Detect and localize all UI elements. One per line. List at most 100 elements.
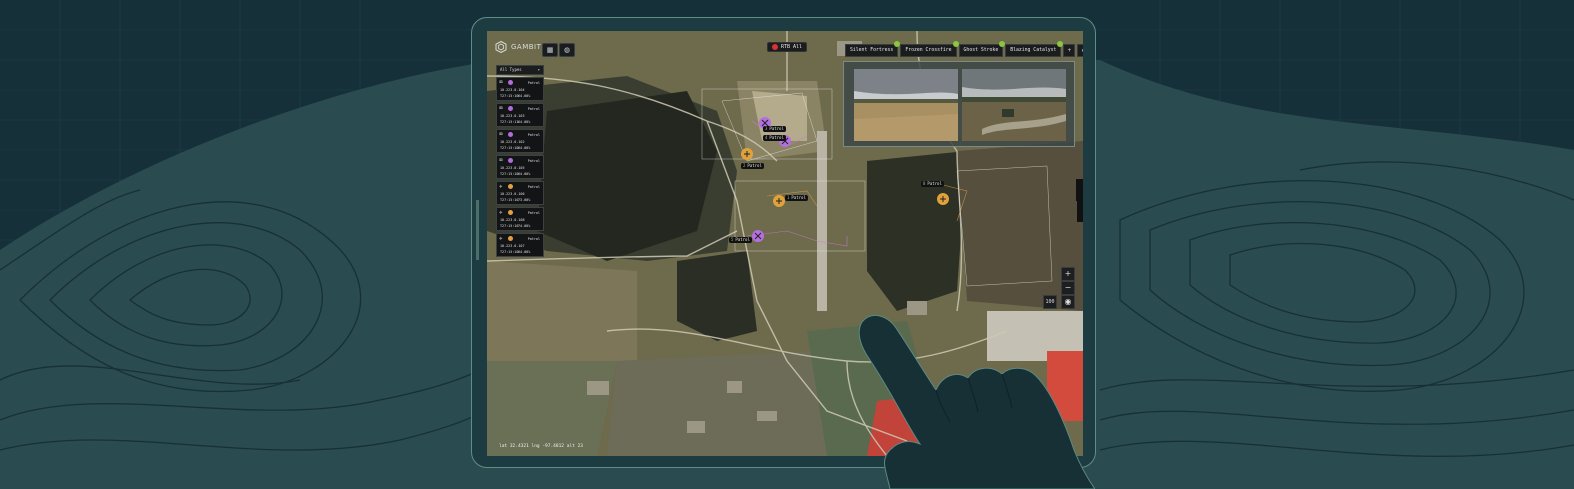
plus-icon: + (1067, 47, 1072, 54)
label-text: Patrol (735, 237, 750, 242)
asset-card[interactable]: ⌧ Patrol 10.223.0.103 T27:15:11 64.00% (496, 103, 544, 127)
asset-card[interactable]: ⌧ Patrol 10.223.0.102 T27:15:10 64.00% (496, 129, 544, 153)
add-tab-button[interactable]: + (1063, 44, 1076, 57)
asset-badge (508, 236, 513, 241)
asset-battery: 64.00% (518, 172, 531, 176)
asset-role: Patrol (527, 185, 540, 189)
pointing-hand (858, 314, 1095, 489)
fixed-wing-icon: ✈ (499, 235, 503, 242)
layers-button[interactable]: ▦ (542, 43, 558, 57)
label-number: 1 (787, 195, 790, 200)
right-edge-tab-2[interactable] (1077, 196, 1083, 222)
asset-badge (508, 210, 513, 215)
zoom-in-icon: + (1064, 269, 1072, 278)
tab-menu-button[interactable]: ▪ (1077, 44, 1083, 57)
scale-indicator: 100 (1043, 295, 1057, 309)
asset-ip: 10.223.0.108 (500, 218, 525, 222)
label-text: Patrol (769, 126, 784, 131)
asset-time: T27:15:10 (500, 94, 519, 98)
asset-role: Patrol (527, 159, 540, 163)
label-number: 5 (731, 237, 734, 242)
asset-badge (508, 184, 513, 189)
tablet-side-button (476, 200, 479, 260)
asset-battery: 73.00% (518, 198, 531, 202)
video-feed-1[interactable] (854, 69, 958, 141)
quadcopter-icon: ⌧ (499, 131, 503, 138)
asset-time: T27:15:10 (500, 172, 519, 176)
asset-battery: 64.00% (518, 94, 531, 98)
label-number: 4 (765, 135, 768, 140)
label-text: Patrol (791, 195, 806, 200)
rtb-status-icon (772, 44, 778, 50)
globe-button[interactable]: ◍ (559, 43, 575, 57)
asset-battery: 64.00% (518, 120, 531, 124)
grid-icon: ▪ (1082, 47, 1083, 54)
asset-badge (508, 80, 513, 85)
asset-card[interactable]: ⌧ Patrol 10.223.0.105 T27:15:10 64.00% (496, 155, 544, 179)
asset-role: Patrol (527, 133, 540, 137)
video-feeds-panel (843, 61, 1075, 147)
video-feed-2[interactable] (962, 69, 1066, 141)
asset-time: T27:15:10 (500, 198, 519, 202)
asset-card[interactable]: ✈ Patrol 10.223.0.106 T27:15:10 73.00% (496, 181, 544, 205)
chevron-down-icon: ▾ (537, 67, 540, 72)
map-asset-label[interactable]: 8 Patrol (921, 181, 944, 187)
quadcopter-icon: ⌧ (499, 105, 503, 112)
zoom-out-button[interactable]: − (1061, 281, 1075, 295)
asset-battery: 64.00% (518, 250, 531, 254)
asset-time: T27:15:10 (500, 250, 519, 254)
label-text: Patrol (769, 135, 784, 140)
scale-value: 100 (1045, 299, 1055, 305)
tab-label: Blazing Catalyst (1010, 48, 1057, 53)
asset-ip: 10.223.0.105 (500, 166, 525, 170)
layers-icon: ▦ (546, 46, 554, 54)
tab-frozen-crossfire[interactable]: Frozen Crossfire (900, 41, 959, 57)
rtb-all-button[interactable]: RTB All (767, 42, 808, 52)
asset-role: Patrol (527, 237, 540, 241)
asset-card[interactable]: ✈ Patrol 10.223.0.107 T27:15:10 64.00% (496, 233, 544, 257)
tab-silent-fortress[interactable]: Silent Fortress (845, 41, 901, 57)
globe-icon: ◍ (563, 46, 571, 54)
asset-type-filter[interactable]: All Types ▾ (496, 65, 544, 75)
compass-button[interactable]: ◉ (1061, 295, 1075, 309)
map-asset-label[interactable]: 1 Patrol (785, 195, 808, 201)
asset-ip: 10.223.0.107 (500, 244, 525, 248)
quadcopter-icon: ⌧ (499, 79, 503, 86)
asset-badge (508, 106, 513, 111)
coordinates-readout: lat 32.4321 lng -97.4812 alt 23 (499, 444, 583, 449)
asset-role: Patrol (527, 107, 540, 111)
asset-role: Patrol (527, 211, 540, 215)
gambit-logo-icon (495, 41, 507, 53)
asset-ip: 10.223.0.102 (500, 140, 525, 144)
tab-label: Ghost Stroke (963, 48, 999, 53)
label-text: Patrol (747, 163, 762, 168)
rtb-label: RTB All (781, 44, 803, 50)
fixed-wing-icon: ✈ (499, 209, 503, 216)
mission-tabs: Silent Fortress Frozen Crossfire Ghost S… (845, 41, 1083, 57)
asset-card[interactable]: ⌧ Patrol 10.223.0.104 T27:15:10 64.00% (496, 77, 544, 101)
asset-ip: 10.223.0.106 (500, 192, 525, 196)
app-logo: GAMBIT (495, 41, 541, 53)
tab-label: Frozen Crossfire (905, 48, 952, 53)
asset-ip: 10.223.0.104 (500, 88, 525, 92)
map-asset-label[interactable]: 2 Patrol (741, 163, 764, 169)
label-number: 2 (743, 163, 746, 168)
app-name: GAMBIT (511, 43, 542, 51)
asset-time: T27:15:10 (500, 146, 519, 150)
tab-ghost-stroke[interactable]: Ghost Stroke (958, 41, 1006, 57)
tab-blazing-catalyst[interactable]: Blazing Catalyst (1005, 41, 1064, 57)
zoom-out-icon: − (1064, 283, 1072, 292)
asset-badge (508, 132, 513, 137)
map-asset-label[interactable]: 4 Patrol (763, 135, 786, 141)
label-number: 3 (765, 126, 768, 131)
tab-label: Silent Fortress (850, 48, 894, 53)
map-asset-label[interactable]: 5 Patrol (729, 237, 752, 243)
asset-time: T27:15:10 (500, 224, 519, 228)
compass-icon: ◉ (1064, 297, 1072, 306)
map-asset-label[interactable]: 3 Patrol (763, 126, 786, 132)
asset-time: T27:15:11 (500, 120, 519, 124)
zoom-in-button[interactable]: + (1061, 267, 1075, 281)
asset-card[interactable]: ✈ Patrol 10.223.0.108 T27:15:10 74.00% (496, 207, 544, 231)
label-text: Patrol (927, 181, 942, 186)
label-number: 8 (923, 181, 926, 186)
